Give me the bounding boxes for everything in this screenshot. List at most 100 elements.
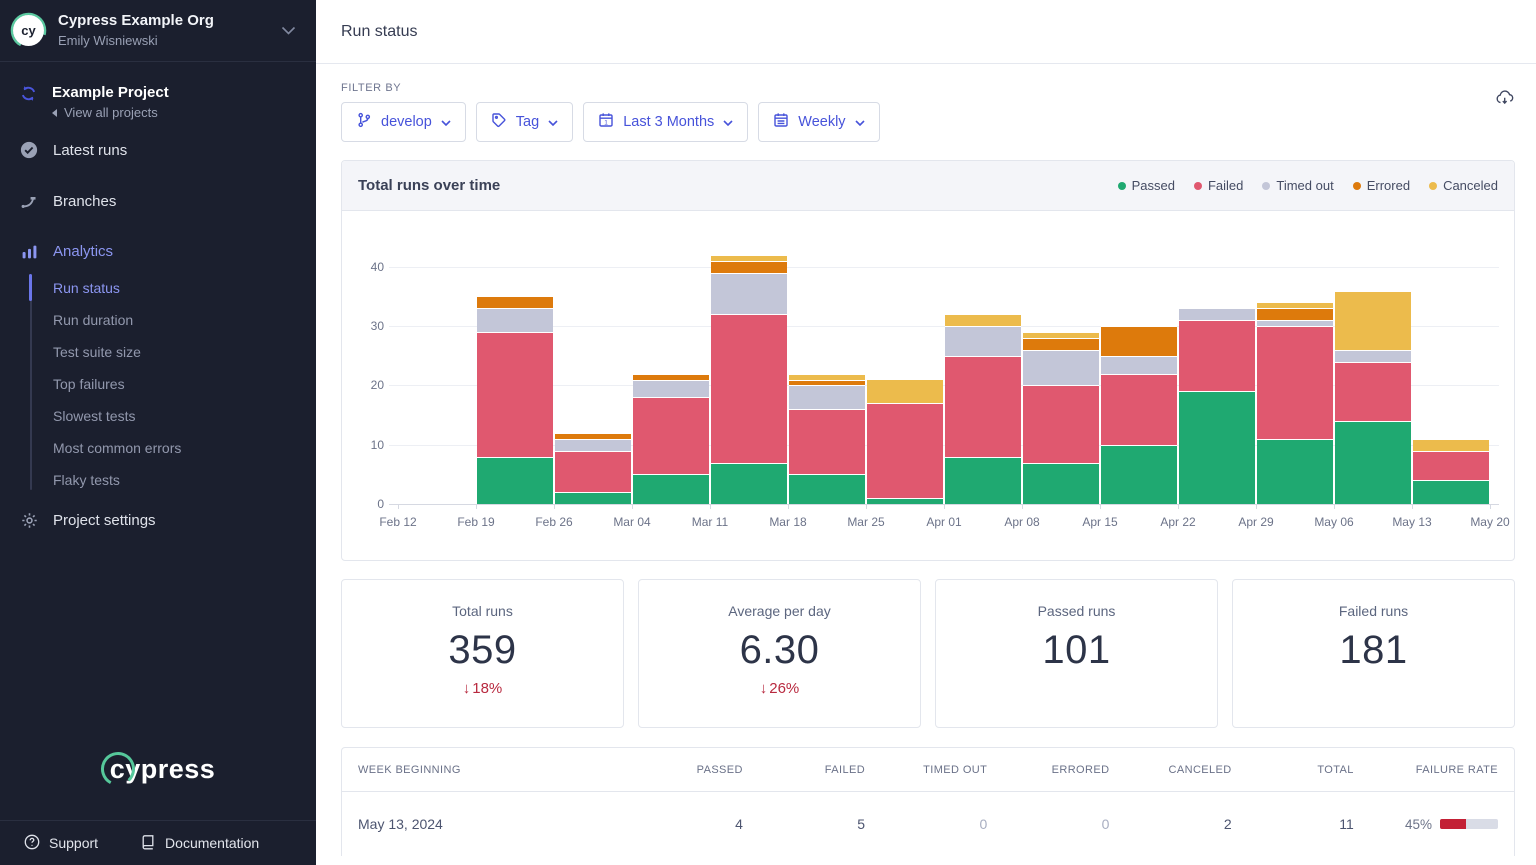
view-all-projects-link[interactable]: View all projects (52, 105, 169, 120)
bar-segment-timed-out[interactable] (633, 380, 709, 398)
bar-segment-errored[interactable] (1257, 308, 1333, 320)
sidebar-item-project-settings[interactable]: Project settings (0, 500, 316, 541)
bar-segment-passed[interactable] (633, 474, 709, 504)
sidebar-item-top-failures[interactable]: Top failures (53, 368, 316, 400)
x-axis-tick (1334, 504, 1335, 509)
bar-segment-canceled[interactable] (1413, 439, 1489, 451)
org-name: Cypress Example Org (58, 12, 214, 31)
bar-week-mar-25[interactable] (867, 379, 943, 504)
bar-segment-passed[interactable] (1179, 391, 1255, 504)
bar-segment-passed[interactable] (789, 474, 865, 504)
x-axis-label: Mar 04 (601, 515, 663, 529)
bar-segment-failed[interactable] (1413, 451, 1489, 481)
bar-segment-errored[interactable] (1023, 338, 1099, 350)
bar-segment-failed[interactable] (711, 314, 787, 462)
bar-segment-failed[interactable] (1257, 326, 1333, 439)
x-axis-label: Mar 18 (757, 515, 819, 529)
legend-item-canceled[interactable]: Canceled (1429, 178, 1498, 193)
legend-item-errored[interactable]: Errored (1353, 178, 1410, 193)
bar-segment-passed[interactable] (1101, 445, 1177, 504)
bar-segment-failed[interactable] (633, 397, 709, 474)
bar-segment-passed[interactable] (711, 463, 787, 505)
bar-segment-failed[interactable] (867, 403, 943, 498)
bar-segment-timed-out[interactable] (1101, 356, 1177, 374)
bar-week-may-13[interactable] (1413, 439, 1489, 504)
bar-segment-failed[interactable] (1023, 385, 1099, 462)
bar-segment-timed-out[interactable] (1023, 350, 1099, 386)
cloud-download-icon[interactable] (1495, 89, 1514, 109)
bar-week-apr-15[interactable] (1101, 326, 1177, 504)
bar-week-apr-01[interactable] (945, 314, 1021, 504)
bar-week-apr-22[interactable] (1179, 308, 1255, 504)
x-axis-tick (710, 504, 711, 509)
bar-segment-errored[interactable] (711, 261, 787, 273)
bar-segment-errored[interactable] (477, 296, 553, 308)
bar-segment-timed-out[interactable] (555, 439, 631, 451)
legend-item-failed[interactable]: Failed (1194, 178, 1243, 193)
bar-segment-timed-out[interactable] (789, 385, 865, 409)
bar-segment-failed[interactable] (1101, 374, 1177, 445)
bar-segment-failed[interactable] (1179, 320, 1255, 391)
filter-button-develop[interactable]: develop (341, 102, 466, 142)
bar-segment-failed[interactable] (1335, 362, 1411, 421)
x-axis-label: Apr 08 (991, 515, 1053, 529)
sidebar-item-latest-runs[interactable]: Latest runs (0, 129, 316, 171)
sidebar-item-slowest-tests[interactable]: Slowest tests (53, 400, 316, 432)
bar-segment-passed[interactable] (1413, 480, 1489, 504)
legend-item-timed-out[interactable]: Timed out (1262, 178, 1333, 193)
stat-card-label: Failed runs (1233, 603, 1514, 619)
bar-segment-failed[interactable] (555, 451, 631, 493)
org-switcher[interactable]: cy Cypress Example Org Emily Wisniewski (0, 0, 316, 62)
legend-item-passed[interactable]: Passed (1118, 178, 1175, 193)
bar-week-feb-19[interactable] (477, 296, 553, 504)
sidebar-item-flaky-tests[interactable]: Flaky tests (53, 464, 316, 496)
bar-week-may-06[interactable] (1335, 291, 1411, 504)
bar-week-apr-29[interactable] (1257, 302, 1333, 504)
bar-week-feb-26[interactable] (555, 433, 631, 504)
sidebar-item-test-suite-size[interactable]: Test suite size (53, 336, 316, 368)
sidebar-item-run-duration[interactable]: Run duration (53, 304, 316, 336)
sidebar-item-branches[interactable]: Branches (0, 180, 316, 222)
bar-segment-timed-out[interactable] (477, 308, 553, 332)
bar-segment-timed-out[interactable] (1335, 350, 1411, 362)
bar-segment-errored[interactable] (1101, 326, 1177, 356)
sidebar-item-most-common-errors[interactable]: Most common errors (53, 432, 316, 464)
sidebar-item-project[interactable]: Example Project View all projects (0, 84, 316, 120)
table-cell-canceled: 2 (1109, 816, 1231, 832)
arrow-down-icon: ↓ (463, 680, 471, 697)
x-axis-tick (788, 504, 789, 509)
table-cell-failure-rate: 45% (1354, 817, 1498, 832)
bar-week-apr-08[interactable] (1023, 332, 1099, 504)
bar-segment-canceled[interactable] (945, 314, 1021, 326)
table-cell-failed: 5 (743, 816, 865, 832)
bar-segment-passed[interactable] (1257, 439, 1333, 504)
bar-segment-failed[interactable] (789, 409, 865, 474)
y-axis-label: 30 (344, 319, 384, 333)
filter-button-weekly[interactable]: Weekly (758, 102, 879, 142)
bar-week-mar-04[interactable] (633, 374, 709, 504)
bar-segment-canceled[interactable] (1335, 291, 1411, 350)
bar-week-mar-18[interactable] (789, 374, 865, 504)
bar-segment-passed[interactable] (1023, 463, 1099, 505)
bar-segment-passed[interactable] (867, 498, 943, 504)
chevron-down-icon[interactable] (281, 22, 296, 40)
filter-button-last-3-months[interactable]: 1Last 3 Months (583, 102, 748, 142)
sidebar-item-run-status[interactable]: Run status (53, 272, 316, 304)
bar-segment-passed[interactable] (555, 492, 631, 504)
bar-segment-timed-out[interactable] (711, 273, 787, 315)
x-axis-label: Feb 26 (523, 515, 585, 529)
bar-segment-passed[interactable] (477, 457, 553, 504)
filter-button-tag[interactable]: Tag (476, 102, 573, 142)
bar-segment-timed-out[interactable] (1179, 308, 1255, 320)
bar-segment-failed[interactable] (945, 356, 1021, 457)
bar-segment-failed[interactable] (477, 332, 553, 457)
documentation-link[interactable]: Documentation (140, 834, 259, 853)
bar-segment-passed[interactable] (945, 457, 1021, 504)
bar-segment-passed[interactable] (1335, 421, 1411, 504)
bar-segment-timed-out[interactable] (945, 326, 1021, 356)
support-link[interactable]: Support (24, 834, 98, 853)
bar-week-mar-11[interactable] (711, 255, 787, 504)
table-cell-timed-out: 0 (865, 816, 987, 832)
sidebar-item-analytics[interactable]: Analytics (0, 231, 316, 272)
bar-segment-canceled[interactable] (867, 379, 943, 403)
